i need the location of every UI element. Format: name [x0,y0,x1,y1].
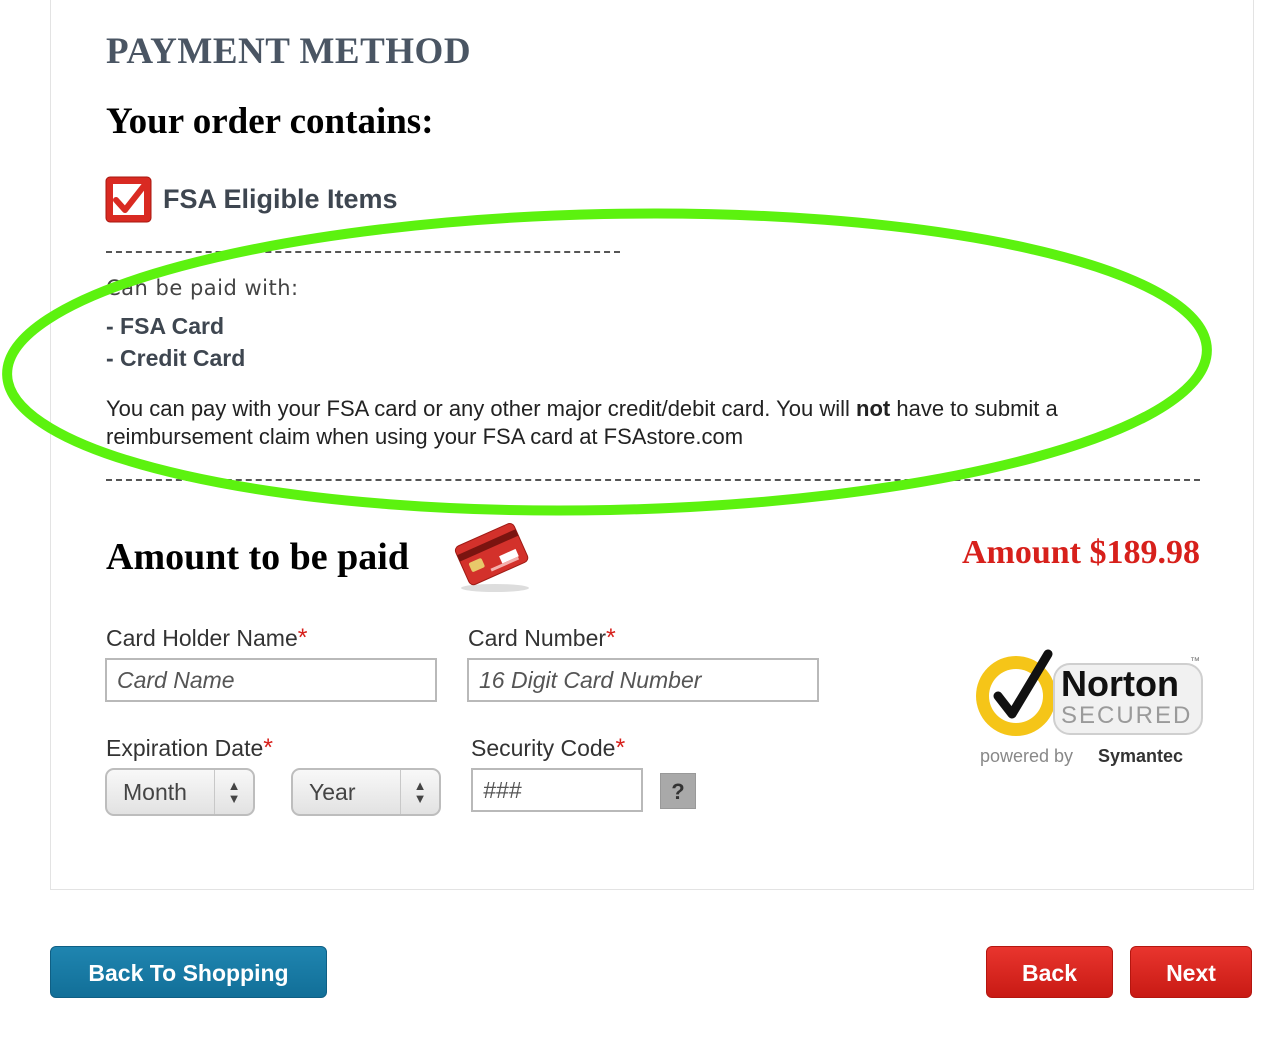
note-text: You can pay with your FSA card or any ot… [106,396,857,421]
card-holder-input[interactable] [105,658,437,702]
norton-secured: SECURED [1061,702,1192,729]
expiration-label-text: Expiration Date [106,735,264,761]
fsa-eligible-label: FSA Eligible Items [163,184,398,214]
required-mark: * [263,734,273,762]
order-heading: Your order contains: [106,101,434,142]
month-select-value: Month [123,779,187,805]
card-number-label: Card Number* [468,624,616,653]
checkmark-icon [105,176,152,223]
payment-note: You can pay with your FSA card or any ot… [106,395,1186,451]
norton-tm: ™ [1190,656,1200,667]
month-select[interactable]: Month ▲ ▼ [105,768,255,816]
credit-card-icon [454,522,529,592]
expiration-label: Expiration Date* [106,734,273,763]
security-code-label: Security Code* [471,734,625,763]
security-code-label-text: Security Code [471,735,616,761]
card-number-input[interactable] [467,658,819,702]
amount-total: Amount $189.98 [961,534,1200,571]
security-code-input[interactable] [471,768,643,812]
required-mark: * [615,734,626,762]
page-title: PAYMENT METHOD [106,31,472,72]
card-holder-label: Card Holder Name* [106,624,307,653]
back-button[interactable]: Back [986,946,1113,998]
select-arrows-icon: ▲ ▼ [400,770,439,814]
divider [106,479,1200,481]
back-to-shopping-button[interactable]: Back To Shopping [50,946,327,998]
note-emphasis: not [856,396,891,421]
year-select-value: Year [309,779,356,805]
norton-company: Symantec [1098,746,1183,766]
divider [106,251,620,253]
norton-secured-seal: Norton SECURED ™ powered by Symantec [976,649,1203,766]
security-code-help-button[interactable]: ? [660,773,696,809]
amount-heading: Amount to be paid [106,536,409,578]
required-mark: * [606,624,616,652]
year-select[interactable]: Year ▲ ▼ [291,768,441,816]
payment-method-fsa: - FSA Card [106,313,224,339]
required-mark: * [297,624,308,652]
norton-brand: Norton [1061,663,1179,704]
norton-powered-by: powered by [980,746,1073,766]
next-button[interactable]: Next [1130,946,1252,998]
paid-with-label: Can be paid with: [106,276,299,300]
card-holder-label-text: Card Holder Name [106,625,298,651]
select-arrows-icon: ▲ ▼ [214,770,253,814]
payment-method-credit: - Credit Card [106,345,246,371]
card-number-label-text: Card Number [468,625,607,651]
